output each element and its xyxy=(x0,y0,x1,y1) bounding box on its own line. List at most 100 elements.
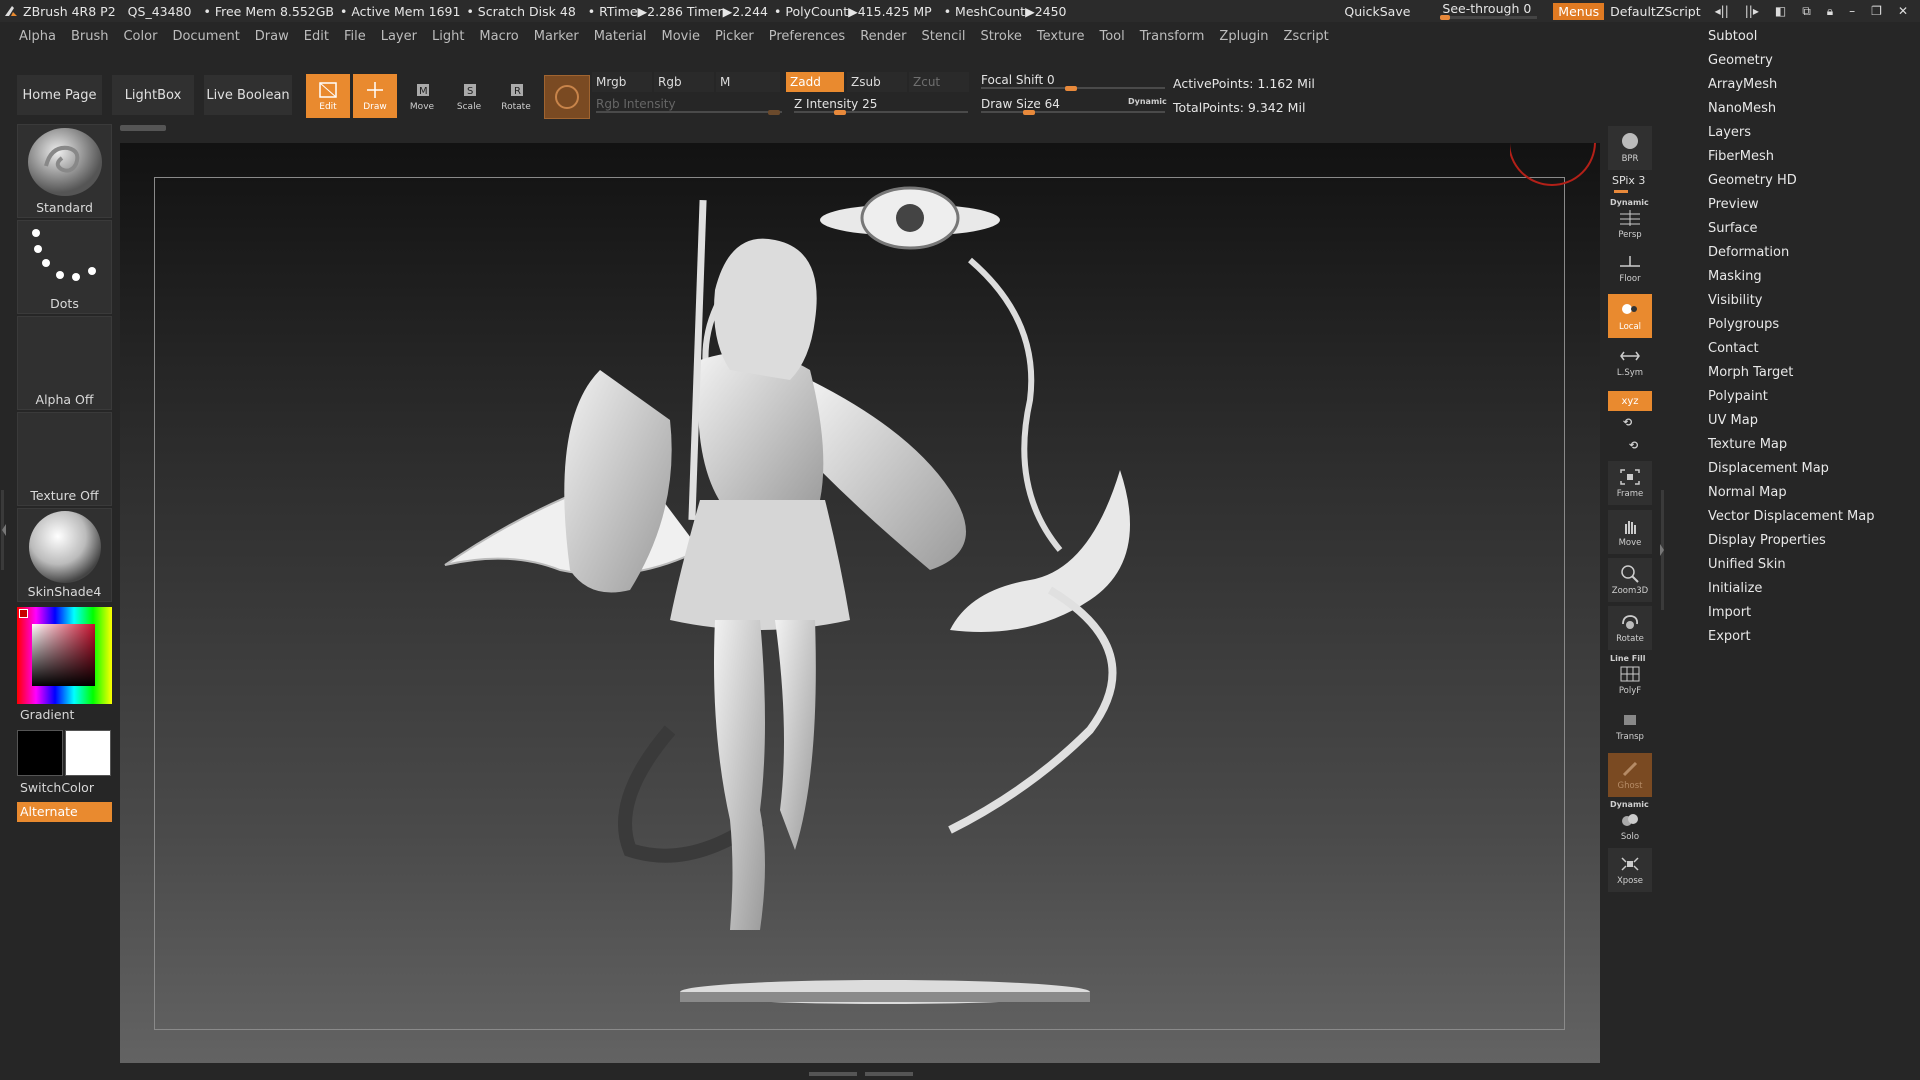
menu-draw[interactable]: Draw xyxy=(255,29,289,44)
local-button[interactable]: Local xyxy=(1608,294,1652,338)
palette-normal-map[interactable]: Normal Map xyxy=(1708,483,1787,503)
palette-geometry[interactable]: Geometry xyxy=(1708,51,1773,71)
bottom-tray-handle[interactable] xyxy=(796,1070,926,1078)
scale-mode-button[interactable]: S Scale xyxy=(447,74,491,118)
menu-zscript[interactable]: Zscript xyxy=(1284,29,1329,44)
palette-contact[interactable]: Contact xyxy=(1708,339,1759,359)
home-page-button[interactable]: Home Page xyxy=(17,75,102,115)
rotate-z-icon[interactable]: ⟲ xyxy=(1629,439,1638,452)
stroke-slot[interactable]: Dots xyxy=(17,220,112,314)
lightbox-button[interactable]: LightBox xyxy=(112,75,194,115)
see-through-knob[interactable] xyxy=(1440,15,1451,20)
menu-layer[interactable]: Layer xyxy=(381,29,417,44)
menu-stencil[interactable]: Stencil xyxy=(921,29,965,44)
menu-document[interactable]: Document xyxy=(172,29,239,44)
palette-unified-skin[interactable]: Unified Skin xyxy=(1708,555,1786,575)
palette-polypaint[interactable]: Polypaint xyxy=(1708,387,1768,407)
gradient-toggle[interactable]: Gradient xyxy=(20,707,74,722)
palette-subtool[interactable]: Subtool xyxy=(1708,27,1757,47)
mrgb-button[interactable]: Mrgb xyxy=(592,72,652,92)
menu-light[interactable]: Light xyxy=(432,29,464,44)
close-icon[interactable]: ✕ xyxy=(1898,4,1908,19)
rotate-mode-button[interactable]: R Rotate xyxy=(494,74,538,118)
save-layout-icon[interactable]: ⧉ xyxy=(1802,4,1811,19)
menu-marker[interactable]: Marker xyxy=(534,29,579,44)
palette-morph-target[interactable]: Morph Target xyxy=(1708,363,1793,383)
polyf-button[interactable]: PolyF xyxy=(1608,660,1652,700)
menu-picker[interactable]: Picker xyxy=(715,29,754,44)
alpha-slot[interactable]: Alpha Off xyxy=(17,316,112,410)
spix-slider[interactable]: SPix 3 xyxy=(1612,174,1645,187)
menu-file[interactable]: File xyxy=(344,29,366,44)
move-view-button[interactable]: Move xyxy=(1608,510,1652,554)
dynamic-draw-size-toggle[interactable]: Dynamic xyxy=(1128,97,1167,106)
palette-layers[interactable]: Layers xyxy=(1708,123,1751,143)
persp-button[interactable]: Persp xyxy=(1608,204,1652,244)
menu-tool[interactable]: Tool xyxy=(1099,29,1124,44)
draw-size-knob[interactable] xyxy=(1023,110,1035,115)
secondary-color-swatch[interactable] xyxy=(65,730,111,776)
menu-alpha[interactable]: Alpha xyxy=(19,29,56,44)
material-slot[interactable]: SkinShade4 xyxy=(17,508,112,602)
palette-preview[interactable]: Preview xyxy=(1708,195,1759,215)
menu-color[interactable]: Color xyxy=(123,29,157,44)
palette-arraymesh[interactable]: ArrayMesh xyxy=(1708,75,1777,95)
palette-displacement-map[interactable]: Displacement Map xyxy=(1708,459,1829,479)
main-color-swatch[interactable] xyxy=(17,730,63,776)
zoom3d-button[interactable]: Zoom3D xyxy=(1608,558,1652,602)
layout-right-icon[interactable]: ||▸ xyxy=(1745,4,1759,19)
rgb-intensity-knob[interactable] xyxy=(768,110,780,115)
palette-display-properties[interactable]: Display Properties xyxy=(1708,531,1826,551)
maximize-icon[interactable]: ❐ xyxy=(1871,4,1882,19)
spix-knob[interactable] xyxy=(1614,190,1628,193)
palette-initialize[interactable]: Initialize xyxy=(1708,579,1762,599)
quicksave-button[interactable]: QuickSave xyxy=(1344,4,1410,19)
menu-transform[interactable]: Transform xyxy=(1140,29,1205,44)
bpr-button[interactable]: BPR xyxy=(1608,126,1652,170)
menu-texture[interactable]: Texture xyxy=(1037,29,1085,44)
palette-polygroups[interactable]: Polygroups xyxy=(1708,315,1779,335)
menu-brush[interactable]: Brush xyxy=(71,29,109,44)
color-picker[interactable] xyxy=(17,607,112,704)
palette-fibermesh[interactable]: FiberMesh xyxy=(1708,147,1774,167)
rgb-intensity-slider[interactable]: Rgb Intensity xyxy=(592,94,782,115)
solo-button[interactable]: Solo xyxy=(1608,806,1652,846)
floor-button[interactable]: Floor xyxy=(1608,248,1652,288)
menu-stroke[interactable]: Stroke xyxy=(980,29,1021,44)
menu-zplugin[interactable]: Zplugin xyxy=(1219,29,1268,44)
edit-mode-button[interactable]: Edit xyxy=(306,74,350,118)
focal-shift-knob[interactable] xyxy=(1065,86,1077,91)
texture-slot[interactable]: Texture Off xyxy=(17,412,112,506)
color-picker-marker[interactable] xyxy=(19,609,28,618)
restore-layout-icon[interactable]: ◧ xyxy=(1775,4,1786,19)
menu-render[interactable]: Render xyxy=(860,29,906,44)
rgb-button[interactable]: Rgb xyxy=(654,72,714,92)
navigation-gizmo[interactable] xyxy=(1510,143,1600,193)
palette-texture-map[interactable]: Texture Map xyxy=(1708,435,1787,455)
live-boolean-button[interactable]: Live Boolean xyxy=(204,75,292,115)
collapse-right-tray-icon[interactable] xyxy=(1658,490,1666,610)
material-swatch-button[interactable] xyxy=(544,75,590,119)
palette-uv-map[interactable]: UV Map xyxy=(1708,411,1758,431)
collapse-left-tray-icon[interactable] xyxy=(0,490,8,570)
default-zscript-button[interactable]: DefaultZScript xyxy=(1610,4,1701,19)
draw-mode-button[interactable]: Draw xyxy=(353,74,397,118)
zadd-button[interactable]: Zadd xyxy=(786,72,844,92)
brush-slot[interactable]: Standard xyxy=(17,124,112,218)
lsym-button[interactable]: L.Sym xyxy=(1608,344,1652,380)
palette-nanomesh[interactable]: NanoMesh xyxy=(1708,99,1776,119)
menu-edit[interactable]: Edit xyxy=(304,29,329,44)
color-picker-square[interactable] xyxy=(32,624,95,686)
palette-vector-displacement-map[interactable]: Vector Displacement Map xyxy=(1708,507,1875,527)
menu-movie[interactable]: Movie xyxy=(662,29,700,44)
z-intensity-knob[interactable] xyxy=(834,110,846,115)
palette-deformation[interactable]: Deformation xyxy=(1708,243,1789,263)
alternate-button[interactable]: Alternate xyxy=(17,802,112,822)
m-button[interactable]: M xyxy=(716,72,780,92)
palette-masking[interactable]: Masking xyxy=(1708,267,1762,287)
rotate-y-icon[interactable]: ⟲ xyxy=(1623,416,1632,429)
zsub-button[interactable]: Zsub xyxy=(847,72,907,92)
transp-button[interactable]: Transp xyxy=(1608,706,1652,746)
see-through-slider[interactable]: See-through 0 xyxy=(1436,2,1538,20)
zcut-button[interactable]: Zcut xyxy=(909,72,969,92)
